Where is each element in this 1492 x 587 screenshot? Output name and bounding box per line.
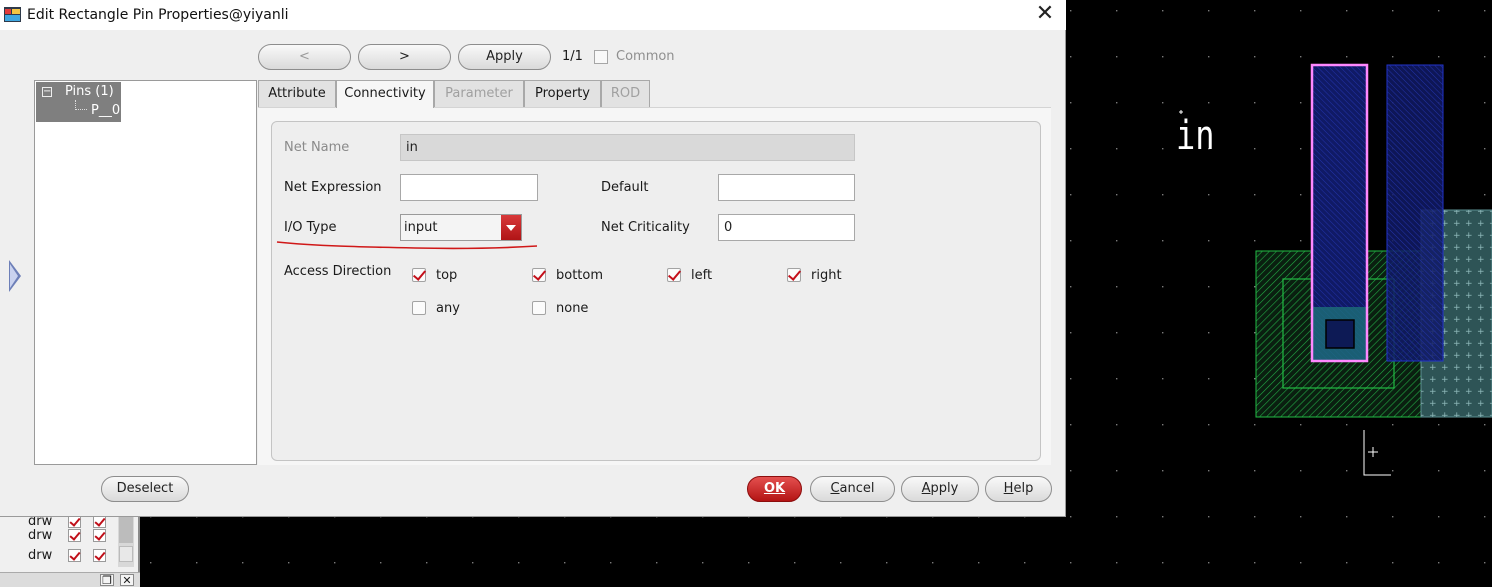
help-button[interactable]: Help bbox=[985, 476, 1052, 502]
net-criticality-label: Net Criticality bbox=[601, 220, 690, 235]
tab-parameter[interactable]: Parameter bbox=[434, 80, 524, 107]
tree-collapse-icon[interactable]: − bbox=[42, 87, 52, 97]
tab-rod[interactable]: ROD bbox=[601, 80, 650, 107]
access-top-checkbox[interactable] bbox=[412, 268, 426, 282]
access-none-label: none bbox=[556, 301, 589, 316]
layer-name: drw bbox=[28, 547, 53, 563]
item-counter: 1/1 bbox=[562, 49, 583, 64]
pins-tree[interactable]: − Pins (1) P__0 bbox=[34, 80, 257, 465]
top-apply-button[interactable]: Apply bbox=[458, 44, 551, 70]
tree-root-pins[interactable]: Pins (1) bbox=[65, 84, 114, 99]
deselect-button[interactable]: Deselect bbox=[101, 476, 189, 502]
cancel-button[interactable]: Cancel bbox=[810, 476, 895, 502]
scrollbar-thumb[interactable] bbox=[119, 517, 133, 543]
access-top-label: top bbox=[436, 268, 458, 283]
restore-window-icon[interactable]: ❐ bbox=[100, 574, 114, 586]
default-input[interactable] bbox=[718, 174, 855, 201]
tree-branch-line bbox=[75, 100, 87, 110]
connectivity-group-box bbox=[271, 121, 1041, 461]
close-panel-icon[interactable]: ✕ bbox=[120, 574, 134, 586]
edit-pin-properties-dialog: Edit Rectangle Pin Properties@yiyanli ✕ … bbox=[0, 0, 1066, 517]
previous-button[interactable]: < bbox=[258, 44, 351, 70]
tree-item-pin[interactable]: P__0 bbox=[91, 103, 120, 118]
access-left-label: left bbox=[691, 268, 713, 283]
common-checkbox[interactable] bbox=[594, 50, 608, 64]
layer-row[interactable]: drw bbox=[0, 545, 118, 565]
default-label: Default bbox=[601, 180, 649, 195]
net-expression-label: Net Expression bbox=[284, 180, 382, 195]
layer-palette-footer: ❐ ✕ bbox=[0, 572, 140, 587]
layer-scrollbar[interactable] bbox=[118, 517, 134, 567]
pin-label-text: in bbox=[1176, 113, 1215, 159]
expand-panel-arrow-inner bbox=[10, 264, 18, 288]
common-label: Common bbox=[616, 49, 675, 64]
layer-visible-checkbox[interactable] bbox=[68, 548, 81, 562]
net-name-label: Net Name bbox=[284, 140, 350, 155]
contact-shape bbox=[1312, 307, 1366, 361]
access-bottom-checkbox[interactable] bbox=[532, 268, 546, 282]
access-none-checkbox[interactable] bbox=[532, 301, 546, 315]
layer-name: drw bbox=[28, 527, 53, 543]
net-name-field: in bbox=[400, 134, 855, 161]
access-right-checkbox[interactable] bbox=[787, 268, 801, 282]
layer-visible-checkbox[interactable] bbox=[68, 528, 81, 542]
tab-property[interactable]: Property bbox=[524, 80, 601, 107]
access-any-label: any bbox=[436, 301, 460, 316]
layer-selectable-checkbox[interactable] bbox=[93, 548, 106, 562]
app-icon bbox=[4, 7, 21, 22]
io-type-selected-value: input bbox=[404, 220, 438, 235]
layer-row[interactable]: drw bbox=[0, 525, 118, 545]
access-any-checkbox[interactable] bbox=[412, 301, 426, 315]
layer-selectable-checkbox[interactable] bbox=[93, 528, 106, 542]
access-left-checkbox[interactable] bbox=[667, 268, 681, 282]
access-right-label: right bbox=[811, 268, 842, 283]
ok-button[interactable]: OK bbox=[747, 476, 802, 502]
io-type-label: I/O Type bbox=[284, 220, 337, 235]
net-criticality-input[interactable]: 0 bbox=[718, 214, 855, 241]
tab-connectivity[interactable]: Connectivity bbox=[336, 80, 434, 108]
access-bottom-label: bottom bbox=[556, 268, 604, 283]
next-button[interactable]: > bbox=[358, 44, 451, 70]
dialog-title: Edit Rectangle Pin Properties@yiyanli bbox=[27, 7, 289, 23]
tab-attribute[interactable]: Attribute bbox=[258, 80, 336, 107]
apply-button[interactable]: Apply bbox=[901, 476, 979, 502]
access-direction-label: Access Direction bbox=[284, 264, 392, 279]
close-icon[interactable]: ✕ bbox=[1032, 3, 1058, 27]
annotation-underline bbox=[276, 241, 538, 250]
net-expression-input[interactable] bbox=[400, 174, 538, 201]
layer-palette: drw drw drw ❐ ✕ bbox=[0, 514, 140, 587]
scroll-down-arrow-icon[interactable] bbox=[119, 546, 133, 562]
title-bar: Edit Rectangle Pin Properties@yiyanli ✕ bbox=[0, 0, 1066, 30]
